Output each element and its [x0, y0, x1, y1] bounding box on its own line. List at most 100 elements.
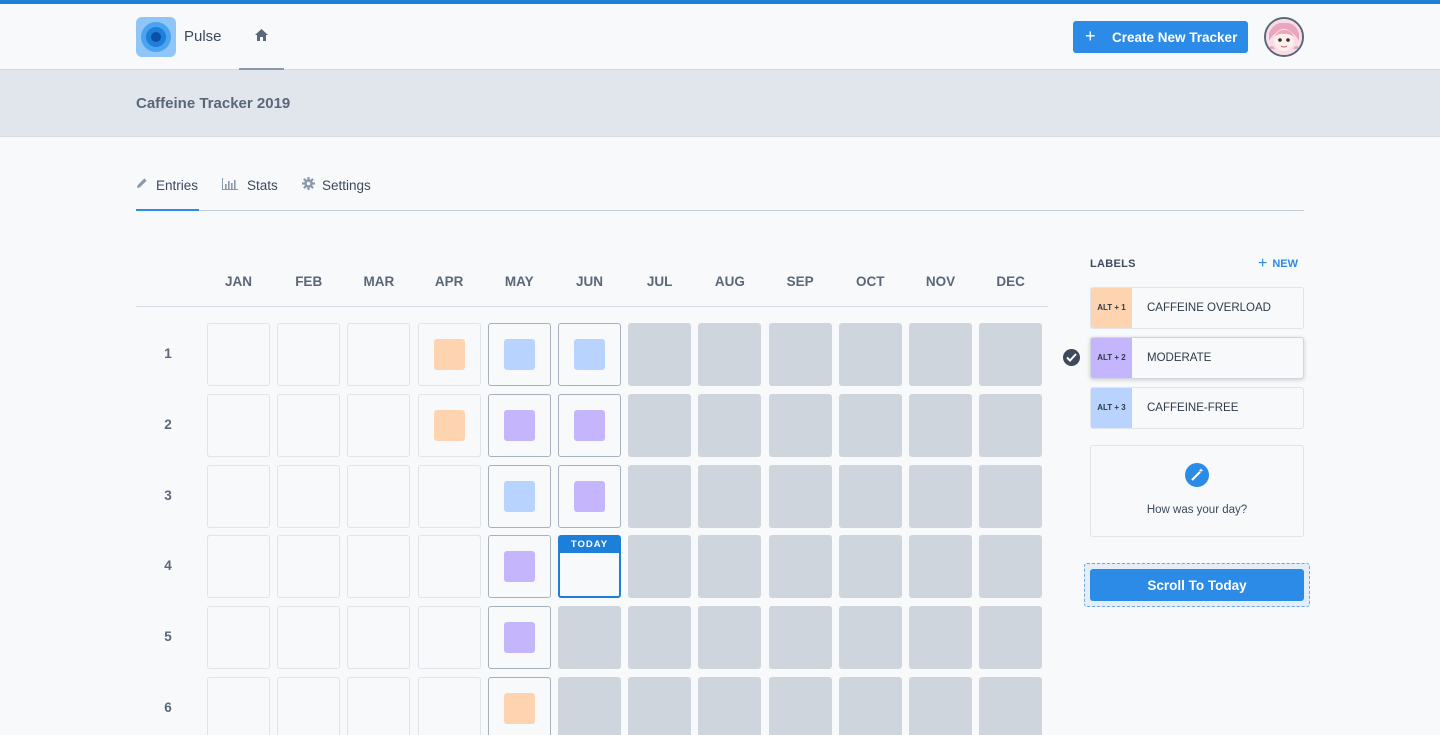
plus-icon: +	[1085, 26, 1096, 46]
day-cell[interactable]	[558, 393, 621, 457]
day-cell[interactable]	[628, 606, 692, 670]
day-cell[interactable]	[487, 535, 551, 599]
day-cell[interactable]	[207, 535, 270, 599]
day-cell[interactable]	[838, 535, 902, 599]
day-cell[interactable]	[347, 393, 411, 457]
day-cell[interactable]	[417, 464, 481, 528]
day-cell[interactable]	[628, 464, 692, 528]
day-cell[interactable]	[909, 323, 972, 386]
day-cell[interactable]	[698, 606, 762, 670]
day-cell[interactable]	[698, 323, 762, 386]
day-cell[interactable]	[277, 535, 341, 599]
day-cell[interactable]	[417, 535, 481, 599]
day-cell[interactable]	[838, 606, 902, 670]
day-cell[interactable]	[347, 323, 411, 386]
day-cell[interactable]	[347, 464, 411, 528]
day-cell[interactable]	[698, 464, 762, 528]
day-cell[interactable]	[558, 323, 621, 386]
today-badge: TODAY	[560, 537, 619, 554]
day-cell[interactable]	[207, 393, 270, 457]
pulse-logo-icon[interactable]	[136, 17, 176, 57]
create-new-tracker-button[interactable]: + Create New Tracker	[1073, 21, 1248, 53]
day-cell[interactable]	[347, 677, 411, 735]
day-cell[interactable]	[698, 393, 762, 457]
day-note-prompt-text: How was your day?	[1146, 504, 1248, 516]
month-label: AUG	[714, 274, 745, 289]
label-shortcut: ALT + 3	[1091, 388, 1132, 428]
day-cell[interactable]	[558, 606, 621, 670]
day-cell[interactable]	[698, 677, 762, 735]
day-cell[interactable]	[909, 606, 972, 670]
user-avatar[interactable]	[1264, 17, 1304, 57]
day-cell[interactable]	[979, 606, 1043, 670]
day-cell[interactable]	[979, 677, 1043, 735]
day-cell[interactable]	[838, 393, 902, 457]
day-cell[interactable]	[909, 535, 972, 599]
day-cell[interactable]	[487, 606, 551, 670]
day-cell[interactable]	[768, 464, 832, 528]
day-cell[interactable]	[487, 677, 551, 735]
day-cell[interactable]	[838, 464, 902, 528]
day-note-prompt[interactable]: How was your day?	[1090, 445, 1304, 537]
day-cell[interactable]	[207, 677, 270, 735]
label-marker-overload	[433, 339, 465, 370]
brand-name[interactable]: Pulse	[184, 28, 222, 45]
label-marker-moderate	[574, 480, 605, 512]
day-cell[interactable]	[417, 677, 481, 735]
day-cell[interactable]	[558, 464, 621, 528]
day-cell[interactable]	[628, 535, 692, 599]
tab-settings[interactable]: Settings	[302, 160, 382, 211]
day-cell[interactable]	[277, 606, 341, 670]
day-cell[interactable]	[347, 535, 411, 599]
day-cell[interactable]	[838, 323, 902, 386]
day-cell[interactable]	[558, 677, 621, 735]
day-cell[interactable]	[909, 464, 972, 528]
day-cell[interactable]	[487, 323, 551, 386]
day-cell[interactable]	[417, 393, 481, 457]
day-cell[interactable]	[487, 393, 551, 457]
day-cell[interactable]	[628, 323, 692, 386]
day-cell[interactable]	[909, 393, 972, 457]
day-cell[interactable]	[277, 393, 341, 457]
tab-stats[interactable]: Stats	[222, 160, 282, 211]
month-header-row: JAN FEB MAR APR MAY JUN JUL AUG SEP OCT NOV DEC	[136, 270, 1048, 307]
day-cell[interactable]	[277, 464, 341, 528]
day-cell[interactable]	[979, 323, 1043, 386]
day-cell[interactable]	[347, 606, 411, 670]
day-cell[interactable]	[628, 677, 692, 735]
home-nav-item[interactable]	[239, 4, 284, 70]
month-label: NOV	[925, 274, 956, 289]
day-cell[interactable]	[768, 606, 832, 670]
day-cell[interactable]	[768, 393, 832, 457]
day-cell[interactable]	[207, 464, 270, 528]
tab-entries[interactable]: Entries	[136, 160, 199, 211]
day-number: 1	[164, 346, 172, 361]
label-item-moderate[interactable]: ALT + 2 MODERATE	[1090, 337, 1304, 379]
label-shortcut: ALT + 2	[1091, 338, 1132, 378]
day-cell[interactable]	[628, 393, 692, 457]
label-item-caffeine-overload[interactable]: ALT + 1 CAFFEINE OVERLOAD	[1090, 287, 1304, 329]
avatar-image	[1266, 19, 1302, 55]
scroll-to-today-button[interactable]: Scroll To Today	[1090, 569, 1304, 601]
day-cell[interactable]	[979, 393, 1043, 457]
day-cell[interactable]	[768, 323, 832, 386]
day-cell[interactable]	[768, 677, 832, 735]
day-cell[interactable]	[277, 323, 341, 386]
label-marker-moderate	[574, 409, 605, 441]
day-cell[interactable]	[698, 535, 762, 599]
day-cell[interactable]	[838, 677, 902, 735]
day-cell[interactable]	[979, 464, 1043, 528]
day-cell[interactable]	[417, 323, 481, 386]
day-cell[interactable]	[207, 606, 270, 670]
day-cell[interactable]	[207, 323, 270, 386]
day-cell[interactable]	[487, 464, 551, 528]
new-label-button[interactable]: + NEW	[1258, 255, 1298, 273]
label-item-caffeine-free[interactable]: ALT + 3 CAFFEINE-FREE	[1090, 387, 1304, 429]
day-cell[interactable]	[768, 535, 832, 599]
day-cell[interactable]	[909, 677, 972, 735]
day-cell[interactable]	[979, 535, 1043, 599]
day-cell-today[interactable]: TODAY	[558, 535, 621, 599]
day-cell[interactable]	[417, 606, 481, 670]
month-label: JUL	[646, 274, 673, 289]
day-cell[interactable]	[277, 677, 341, 735]
